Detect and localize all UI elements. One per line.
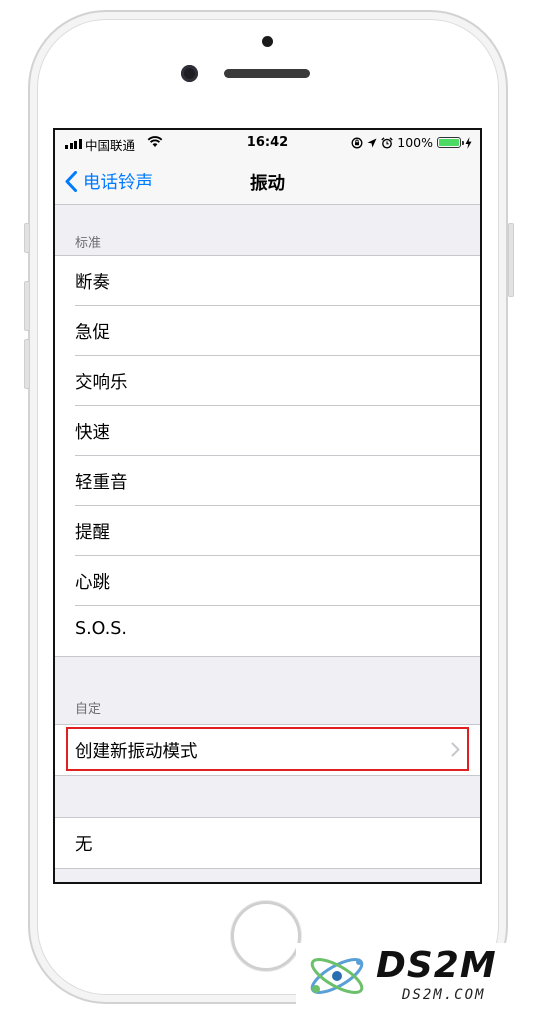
rotation-lock-icon [351, 137, 363, 148]
earpiece-speaker [224, 69, 310, 78]
battery-icon [437, 137, 464, 148]
navigation-bar: 电话铃声 振动 [55, 158, 480, 205]
list-item[interactable]: 急促 [75, 306, 480, 356]
list-item-label: 急促 [75, 323, 110, 343]
none-option-list: 无 [55, 817, 480, 869]
create-new-vibration-label: 创建新振动模式 [75, 742, 198, 762]
list-item-label: 轻重音 [75, 473, 128, 493]
home-button[interactable] [231, 901, 301, 971]
list-item[interactable]: 心跳 [75, 556, 480, 606]
list-item[interactable]: S.O.S. [75, 606, 480, 656]
proximity-sensor [262, 36, 273, 47]
status-bar: 中国联通 16:42 100% [55, 130, 480, 158]
location-icon [367, 138, 377, 147]
mute-switch [24, 223, 30, 253]
alarm-icon [381, 136, 393, 148]
list-item-label: 提醒 [75, 523, 110, 543]
list-item[interactable]: 快速 [75, 406, 480, 456]
volume-down-button [24, 339, 30, 389]
screen: 中国联通 16:42 100% 电话铃声 振动 标准 断奏 急促 交响乐 快速 … [53, 128, 482, 884]
standard-patterns-list: 断奏 急促 交响乐 快速 轻重音 提醒 心跳 S.O.S. [55, 255, 480, 657]
create-new-vibration-button[interactable]: 创建新振动模式 [75, 725, 480, 775]
back-button[interactable]: 电话铃声 [65, 168, 153, 194]
list-item-label: 心跳 [75, 573, 110, 593]
list-item-label: S.O.S. [75, 619, 127, 639]
list-item[interactable]: 轻重音 [75, 456, 480, 506]
front-camera [181, 65, 198, 82]
watermark-domain: DS2M.COM [402, 987, 486, 1003]
back-button-label: 电话铃声 [83, 172, 153, 193]
list-item[interactable]: 断奏 [75, 256, 480, 306]
list-item[interactable]: 提醒 [75, 506, 480, 556]
list-item-label: 无 [75, 835, 93, 855]
watermark: DS2M DS2M.COM [296, 943, 524, 1009]
list-item-label: 交响乐 [75, 373, 128, 393]
watermark-brand: DS2M [376, 945, 497, 986]
battery-percentage: 100% [397, 135, 433, 150]
list-item-none[interactable]: 无 [75, 818, 480, 868]
volume-up-button [24, 281, 30, 331]
list-item[interactable]: 交响乐 [75, 356, 480, 406]
power-button [508, 223, 514, 297]
status-icons: 100% [351, 135, 472, 150]
section-header-custom: 自定 [75, 702, 102, 717]
atom-logo-icon [310, 958, 364, 994]
list-item-label: 快速 [75, 423, 110, 443]
chevron-right-icon [451, 742, 460, 757]
section-header-standard: 标准 [75, 236, 102, 251]
charging-bolt-icon [465, 136, 472, 149]
custom-patterns-list: 创建新振动模式 [55, 724, 480, 776]
chevron-left-icon [65, 170, 77, 192]
list-item-label: 断奏 [75, 273, 110, 293]
